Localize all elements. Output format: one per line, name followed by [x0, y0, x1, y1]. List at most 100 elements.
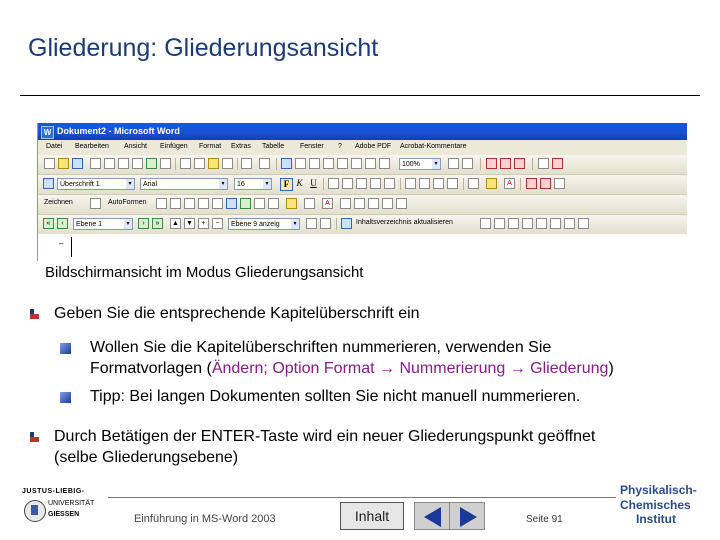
shadow-icon[interactable]: [382, 198, 393, 209]
font-combo[interactable]: Arial ▾: [140, 178, 228, 190]
fill-color-icon[interactable]: [286, 198, 297, 209]
redo-icon[interactable]: [259, 158, 270, 169]
insert-excel-icon[interactable]: [323, 158, 334, 169]
insert-table-icon[interactable]: [309, 158, 320, 169]
insert-subdocument-icon[interactable]: [536, 218, 547, 229]
document-map-icon[interactable]: [365, 158, 376, 169]
align-center-icon[interactable]: [342, 178, 353, 189]
pdf-create-icon[interactable]: [486, 158, 497, 169]
show-level-combo[interactable]: Ebene 9 anzeig ▾: [228, 218, 300, 230]
expand-icon[interactable]: +: [198, 218, 209, 229]
paste-icon[interactable]: [208, 158, 219, 169]
pdf-email-icon[interactable]: [500, 158, 511, 169]
outline-level-combo[interactable]: Ebene 1 ▾: [73, 218, 133, 230]
arrow-style-icon[interactable]: [368, 198, 379, 209]
research-icon[interactable]: [160, 158, 171, 169]
promote-to-heading1-icon[interactable]: «: [43, 218, 54, 229]
show-hide-icon[interactable]: [379, 158, 390, 169]
menu-einfuegen[interactable]: Einfügen: [160, 143, 188, 150]
line-icon[interactable]: [156, 198, 167, 209]
bullets-icon[interactable]: [419, 178, 430, 189]
diagram-icon[interactable]: [240, 198, 251, 209]
previous-slide-button[interactable]: [414, 502, 450, 530]
lock-document-icon[interactable]: [578, 218, 589, 229]
font-color-icon[interactable]: A: [504, 178, 515, 189]
font-size-combo[interactable]: 16 ▾: [234, 178, 272, 190]
open-folder-icon[interactable]: [58, 158, 69, 169]
menu-ansicht[interactable]: Ansicht: [124, 143, 147, 150]
decrease-indent-icon[interactable]: [433, 178, 444, 189]
underline-button[interactable]: U: [308, 178, 319, 189]
next-slide-button[interactable]: [449, 502, 485, 530]
collapse-icon[interactable]: −: [212, 218, 223, 229]
help-icon[interactable]: [448, 158, 459, 169]
justify-icon[interactable]: [370, 178, 381, 189]
arrow-icon[interactable]: [170, 198, 181, 209]
style-combo[interactable]: Überschrift 1 ▾: [57, 178, 135, 190]
email-icon[interactable]: [104, 158, 115, 169]
menu-bearbeiten[interactable]: Bearbeiten: [75, 143, 109, 150]
permission-icon[interactable]: [90, 158, 101, 169]
insert-comment-icon[interactable]: [538, 158, 549, 169]
show-formatting-icon[interactable]: [320, 218, 331, 229]
remove-subdocument-icon[interactable]: [522, 218, 533, 229]
3d-icon[interactable]: [396, 198, 407, 209]
increase-indent-icon[interactable]: [447, 178, 458, 189]
dash-style-icon[interactable]: [354, 198, 365, 209]
collapse-subdocuments-icon[interactable]: [494, 218, 505, 229]
rectangle-icon[interactable]: [184, 198, 195, 209]
highlight-icon[interactable]: [486, 178, 497, 189]
menu-adobe-pdf[interactable]: Adobe PDF: [355, 143, 391, 150]
menu-datei[interactable]: Datei: [46, 143, 62, 150]
select-objects-icon[interactable]: [90, 198, 101, 209]
contents-button[interactable]: Inhalt: [340, 502, 404, 530]
new-document-icon[interactable]: [44, 158, 55, 169]
drawing-icon[interactable]: [351, 158, 362, 169]
master-document-view-icon[interactable]: [480, 218, 491, 229]
document-area[interactable]: –: [38, 234, 687, 261]
menu-extras[interactable]: Extras: [231, 143, 251, 150]
styles-formatting-icon[interactable]: [43, 178, 54, 189]
format-painter-icon[interactable]: [222, 158, 233, 169]
pdf-convert-icon[interactable]: [526, 178, 537, 189]
numbering-icon[interactable]: [405, 178, 416, 189]
tables-borders-icon[interactable]: [295, 158, 306, 169]
align-right-icon[interactable]: [356, 178, 367, 189]
drawing-menu[interactable]: Zeichnen: [44, 199, 73, 206]
print-preview-icon[interactable]: [132, 158, 143, 169]
line-color-icon[interactable]: [304, 198, 315, 209]
read-icon[interactable]: [462, 158, 473, 169]
bold-button[interactable]: F: [280, 178, 293, 191]
merge-subdocument-icon[interactable]: [550, 218, 561, 229]
cut-icon[interactable]: [180, 158, 191, 169]
move-up-icon[interactable]: ▲: [170, 218, 181, 229]
print-icon[interactable]: [118, 158, 129, 169]
menu-tabelle[interactable]: Tabelle: [262, 143, 284, 150]
text-box-icon[interactable]: [212, 198, 223, 209]
columns-icon[interactable]: [337, 158, 348, 169]
promote-icon[interactable]: ‹: [57, 218, 68, 229]
clip-art-icon[interactable]: [254, 198, 265, 209]
menu-help[interactable]: ?: [338, 143, 342, 150]
show-first-line-icon[interactable]: [306, 218, 317, 229]
autoshapes-menu[interactable]: AutoFormen: [108, 199, 147, 206]
line-style-icon[interactable]: [340, 198, 351, 209]
picture-icon[interactable]: [268, 198, 279, 209]
pdf-settings-icon[interactable]: [540, 178, 551, 189]
zoom-combo[interactable]: 100% ▾: [399, 158, 441, 170]
oval-icon[interactable]: [198, 198, 209, 209]
wordart-icon[interactable]: [226, 198, 237, 209]
update-toc-icon[interactable]: [341, 218, 352, 229]
split-subdocument-icon[interactable]: [564, 218, 575, 229]
italic-button[interactable]: K: [294, 178, 305, 189]
outside-border-icon[interactable]: [468, 178, 479, 189]
hyperlink-icon[interactable]: [281, 158, 292, 169]
update-toc-button[interactable]: Inhaltsverzeichnis aktualisieren: [356, 219, 453, 226]
acrobat-comment-icon[interactable]: [552, 158, 563, 169]
save-icon[interactable]: [72, 158, 83, 169]
drawing-font-color-icon[interactable]: A: [322, 198, 333, 209]
demote-to-body-icon[interactable]: »: [152, 218, 163, 229]
more-buttons-icon[interactable]: [554, 178, 565, 189]
line-spacing-icon[interactable]: [384, 178, 395, 189]
copy-icon[interactable]: [194, 158, 205, 169]
